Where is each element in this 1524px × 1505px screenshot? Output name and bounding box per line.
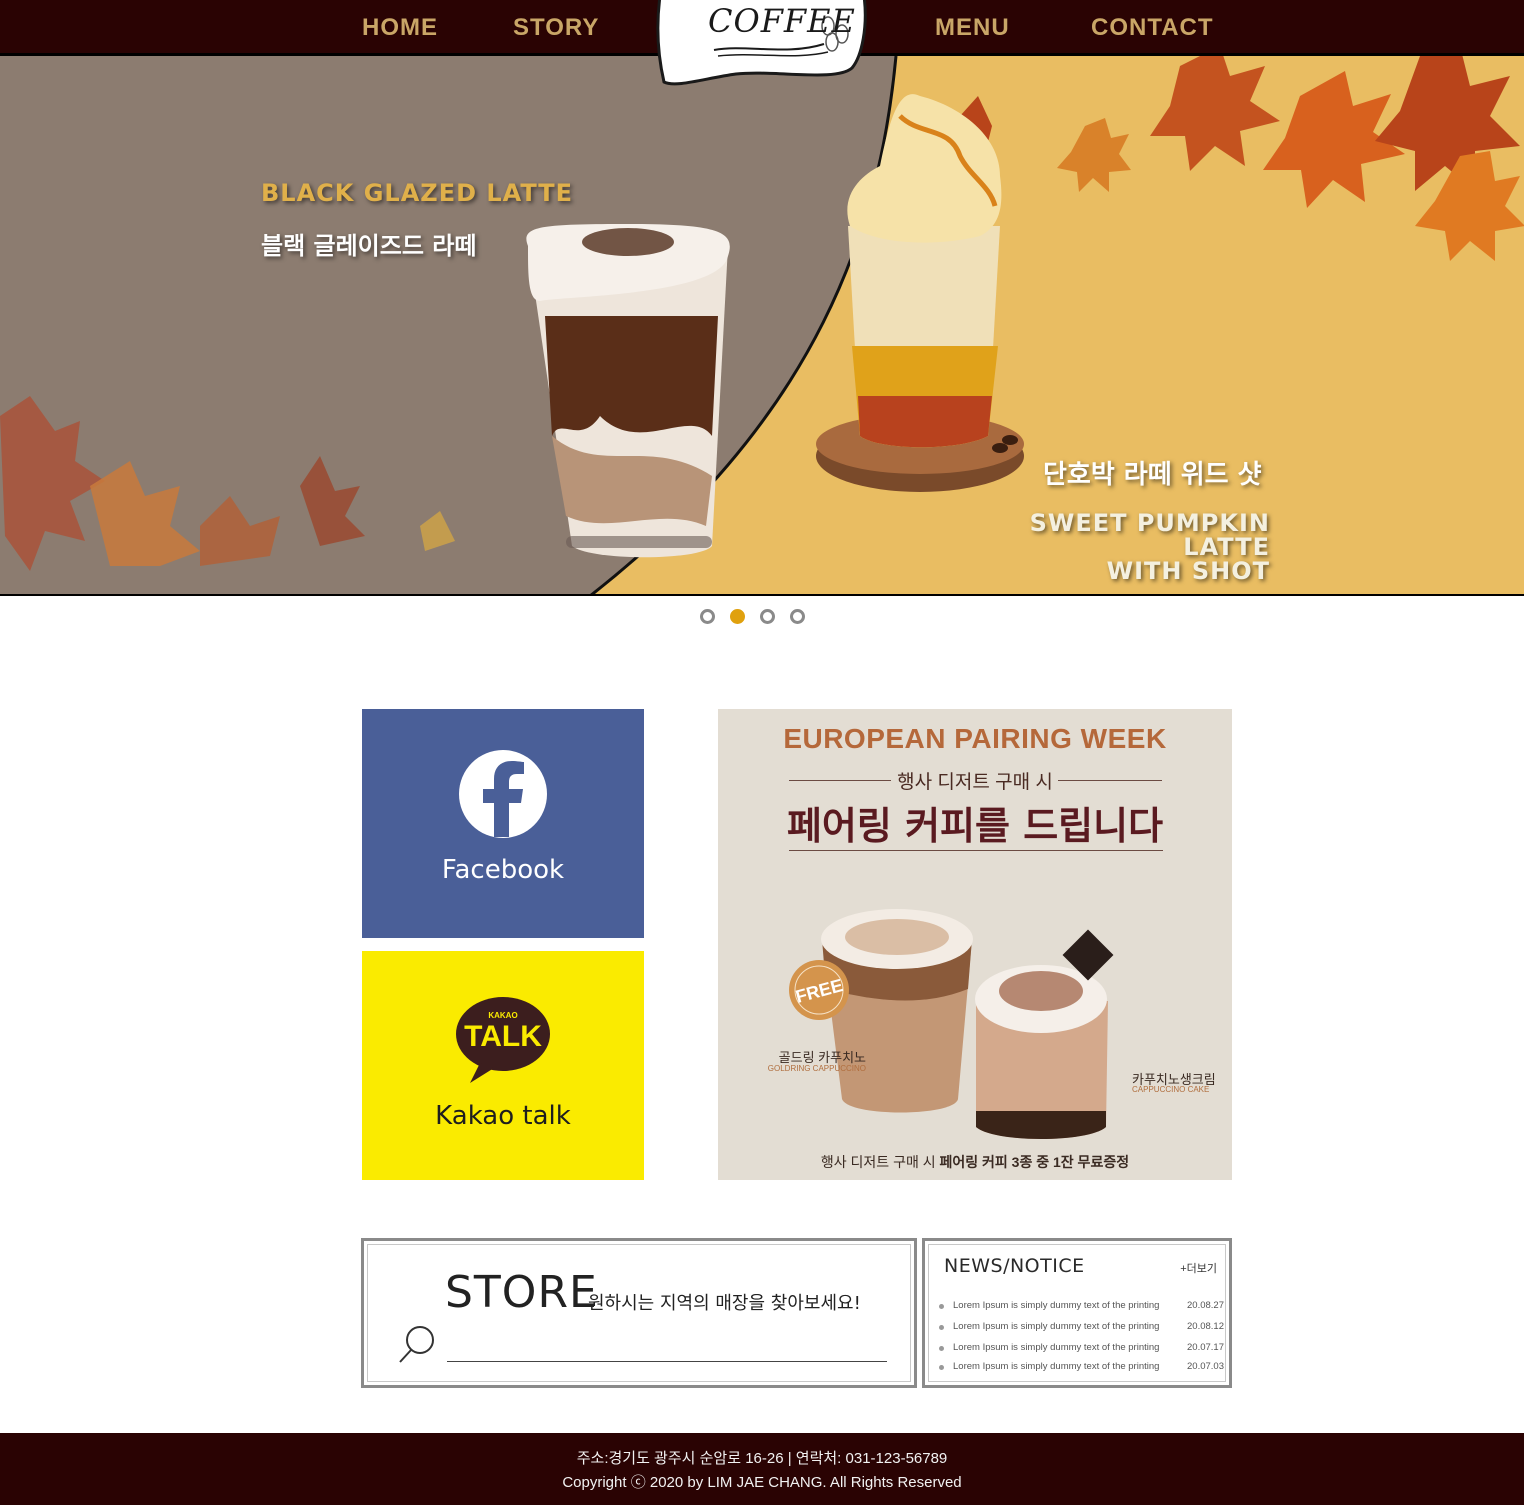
hero-background — [0, 56, 1524, 594]
facebook-icon — [459, 750, 547, 838]
nav-home[interactable]: HOME — [362, 12, 438, 44]
nav-menu[interactable]: MENU — [935, 12, 1010, 44]
news-item-date: 20.07.17 — [1187, 1342, 1224, 1353]
kakao-talk-icon: KAKAO TALK — [456, 997, 550, 1083]
news-title: NEWS/NOTICE — [944, 1255, 1085, 1277]
news-item-text: Lorem Ipsum is simply dummy text of the … — [953, 1321, 1160, 1332]
store-title: STORE — [445, 1267, 598, 1318]
search-icon[interactable] — [396, 1322, 440, 1366]
news-item[interactable]: Lorem Ipsum is simply dummy text of the … — [939, 1299, 1224, 1315]
promo-item1-name-en: GOLDRING CAPPUCCINO — [767, 1064, 866, 1073]
bullet-icon — [939, 1365, 944, 1370]
kakao-logo-big: TALK — [464, 1020, 542, 1053]
slider-dot-1[interactable] — [700, 609, 715, 624]
hero-right-title-en: SWEET PUMPKIN LATTE WITH SHOT — [940, 511, 1270, 583]
promo-divider-bottom — [789, 850, 1163, 851]
news-item-date: 20.08.27 — [1187, 1300, 1224, 1311]
store-search-box: STORE 원하시는 지역의 매장을 찾아보세요! — [361, 1238, 917, 1388]
promo-footer-highlight: 페어링 커피 3종 중 1잔 무료증정 — [939, 1154, 1130, 1170]
hero-left-title-en: BLACK GLAZED LATTE — [261, 179, 574, 207]
footer-copyright: Copyright ⓒ 2020 by LIM JAE CHANG. All R… — [562, 1474, 962, 1491]
promo-item2-name-en: CAPPUCCINO CAKE — [1132, 1085, 1210, 1094]
kakao-talk-label: Kakao talk — [435, 1101, 571, 1131]
store-search-input[interactable] — [447, 1340, 887, 1362]
nav-story[interactable]: STORY — [513, 12, 599, 44]
footer: 주소:경기도 광주시 순암로 16-26 | 연락처: 031-123-5678… — [0, 1433, 1524, 1505]
promo-title: EUROPEAN PAIRING WEEK — [783, 723, 1167, 754]
news-item[interactable]: Lorem Ipsum is simply dummy text of the … — [939, 1360, 1224, 1376]
slider-dot-2[interactable] — [730, 609, 745, 624]
news-notice-box: NEWS/NOTICE +더보기 Lorem Ipsum is simply d… — [922, 1238, 1232, 1388]
hero-slider: BLACK GLAZED LATTE 블랙 글레이즈드 라떼 단호박 라떼 위드… — [0, 56, 1524, 596]
news-item-text: Lorem Ipsum is simply dummy text of the … — [953, 1300, 1160, 1311]
facebook-tile[interactable]: Facebook — [362, 709, 644, 938]
kakao-talk-tile[interactable]: KAKAO TALK Kakao talk — [362, 951, 644, 1180]
news-item-text: Lorem Ipsum is simply dummy text of the … — [953, 1342, 1160, 1353]
hero-right-title-ko: 단호박 라떼 위드 샷 — [1043, 460, 1262, 490]
news-more-link[interactable]: +더보기 — [1180, 1260, 1217, 1276]
promo-banner[interactable]: FREE EUROPEAN PAIRING WEEK 행사 디저트 구매 시 페… — [718, 709, 1232, 1180]
news-item[interactable]: Lorem Ipsum is simply dummy text of the … — [939, 1341, 1224, 1357]
news-item-date: 20.07.03 — [1187, 1361, 1224, 1372]
store-description: 원하시는 지역의 매장을 찾아보세요! — [588, 1293, 861, 1314]
bullet-icon — [939, 1346, 944, 1351]
news-item-text: Lorem Ipsum is simply dummy text of the … — [953, 1361, 1160, 1372]
facebook-label: Facebook — [441, 855, 565, 885]
promo-subtitle: 행사 디저트 구매 시 — [897, 772, 1053, 793]
logo-text[interactable]: COFFEE — [708, 2, 856, 40]
hero-left-title-ko: 블랙 글레이즈드 라떼 — [261, 232, 477, 260]
bullet-icon — [939, 1304, 944, 1309]
hero-right-title-en-line2: WITH SHOT — [1106, 557, 1270, 585]
footer-address: 주소:경기도 광주시 순암로 16-26 | 연락처: 031-123-5678… — [576, 1450, 948, 1467]
nav-contact[interactable]: CONTACT — [1091, 12, 1214, 44]
kakao-logo-small: KAKAO — [488, 1011, 517, 1020]
slider-dot-3[interactable] — [760, 609, 775, 624]
slider-dot-4[interactable] — [790, 609, 805, 624]
promo-footer: 행사 디저트 구매 시 페어링 커피 3종 중 1잔 무료증정 — [718, 1152, 1232, 1172]
promo-footer-prefix: 행사 디저트 구매 시 — [820, 1154, 936, 1170]
promo-headline: 페어링 커피를 드립니다 — [786, 804, 1164, 848]
news-item-date: 20.08.12 — [1187, 1321, 1224, 1332]
hero-right-title-en-line1: SWEET PUMPKIN LATTE — [1029, 509, 1270, 561]
bullet-icon — [939, 1325, 944, 1330]
news-item[interactable]: Lorem Ipsum is simply dummy text of the … — [939, 1320, 1224, 1336]
